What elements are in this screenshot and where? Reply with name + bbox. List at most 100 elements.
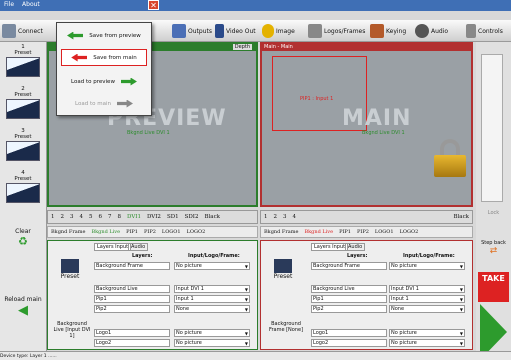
tab-layers-input[interactable]: Layers Input xyxy=(94,243,132,251)
row-select[interactable]: No picture xyxy=(174,339,250,347)
source-3[interactable]: 3 xyxy=(67,214,77,220)
save-from-preview[interactable]: Save from preview xyxy=(61,27,147,44)
main-layer-pip1[interactable]: PIP1 xyxy=(336,229,354,235)
arrow-right-icon xyxy=(116,99,133,108)
tab-audio[interactable]: Audio xyxy=(128,243,149,251)
audio-label: Audio xyxy=(431,27,449,35)
image-label: Image xyxy=(276,27,295,35)
layer-bkgnd-frame[interactable]: Bkgnd Frame xyxy=(48,229,88,235)
main-bkgnd-label: Bkgnd Live DVI 1 xyxy=(362,130,405,136)
source-8[interactable]: 8 xyxy=(115,214,125,220)
image-button[interactable]: Image xyxy=(262,22,295,40)
connect-icon xyxy=(2,24,16,38)
row-label: Background Live xyxy=(94,285,170,293)
preset-3[interactable]: 3 Preset xyxy=(2,128,44,168)
row-select[interactable]: No picture xyxy=(389,329,465,337)
depth-button[interactable]: Depth xyxy=(232,44,252,50)
main-source-bar: 1 2 3 4 Black xyxy=(260,210,473,224)
transition-slider[interactable] xyxy=(481,54,503,202)
layer-pip1[interactable]: PIP1 xyxy=(123,229,141,235)
source-black[interactable]: Black xyxy=(201,214,223,220)
source-dvi1[interactable]: DVI1 xyxy=(124,214,144,220)
source-2[interactable]: 2 xyxy=(58,214,68,220)
preset-2[interactable]: 2 Preset xyxy=(2,86,44,126)
main-layer-logo2[interactable]: LOGO2 xyxy=(397,229,422,235)
source-sd1[interactable]: SD1 xyxy=(164,214,182,220)
main-source-4[interactable]: 4 xyxy=(290,214,300,220)
row-select[interactable]: Input DVI 1 xyxy=(174,285,250,293)
row-select[interactable]: Input DVI 1 xyxy=(389,285,465,293)
keying-button[interactable]: Keying xyxy=(370,22,406,40)
step-back-button[interactable]: Step back ⇄ xyxy=(478,240,509,256)
row-select[interactable]: No picture xyxy=(174,329,250,337)
logos-button[interactable]: Logos/Frames xyxy=(308,22,365,40)
outputs-button[interactable]: Outputs xyxy=(172,22,212,40)
menu-file[interactable]: File xyxy=(0,0,18,9)
row-label: Pip2 xyxy=(311,305,387,313)
lock-button[interactable]: Lock xyxy=(478,210,509,216)
menu-about[interactable]: About xyxy=(18,0,44,9)
film-icon xyxy=(274,259,292,273)
preset-2-label: 2 Preset xyxy=(14,86,32,98)
main-tab-audio[interactable]: Audio xyxy=(345,243,366,251)
layer-bkgnd-live[interactable]: Bkgnd Live xyxy=(88,229,123,235)
clear-button[interactable]: Clear ♻ xyxy=(4,228,42,252)
menu-bar: File About xyxy=(0,0,511,11)
main-source-3[interactable]: 3 xyxy=(280,214,290,220)
main-source-1[interactable]: 1 xyxy=(261,214,271,220)
load-to-preview[interactable]: Load to preview xyxy=(61,73,147,90)
controls-button[interactable]: Controls xyxy=(466,22,503,40)
connect-button[interactable]: Connect xyxy=(2,22,43,40)
source-4[interactable]: 4 xyxy=(77,214,87,220)
main-monitor[interactable]: Main - Main PIP1 : Input 1 MAIN Bkgnd Li… xyxy=(260,42,473,207)
preset-thumb-button[interactable]: Preset xyxy=(56,259,84,280)
row-select[interactable]: No picture xyxy=(174,262,250,270)
preset-4[interactable]: 4 Preset xyxy=(2,170,44,210)
preset-1[interactable]: 1 Preset xyxy=(2,44,44,84)
video-out-icon xyxy=(215,24,224,38)
main-layer-bar: Bkgnd Frame Bkgnd Live PIP1 PIP2 LOGO1 LOGO2 xyxy=(260,226,473,238)
audio-button[interactable]: Audio xyxy=(415,22,448,40)
controls-label: Controls xyxy=(478,27,503,35)
source-5[interactable]: 5 xyxy=(86,214,96,220)
row-select[interactable]: Input 1 xyxy=(174,295,250,303)
main-preset-thumb[interactable]: Preset xyxy=(269,259,297,280)
main-source-2[interactable]: 2 xyxy=(271,214,281,220)
bg-frame-caption: Background Frame [None] xyxy=(268,321,304,333)
close-button[interactable]: ✕ xyxy=(148,0,159,10)
row-label: Logo1 xyxy=(311,329,387,337)
source-sdi2[interactable]: SDI2 xyxy=(182,214,202,220)
main-header: Main - Main xyxy=(262,44,471,51)
layer-logo2[interactable]: LOGO2 xyxy=(184,229,209,235)
load-preview-label: Load to preview xyxy=(71,78,115,85)
layer-pip2[interactable]: PIP2 xyxy=(141,229,159,235)
main-layers-header: Layers: xyxy=(347,253,368,259)
status-bar: Device type: Layer 1 ...... xyxy=(0,351,511,360)
source-dvi2[interactable]: DVI2 xyxy=(144,214,164,220)
video-out-button[interactable]: Video Out xyxy=(215,22,256,40)
logos-label: Logos/Frames xyxy=(324,27,366,35)
row-select[interactable]: None xyxy=(389,305,465,313)
preset-1-thumb xyxy=(6,57,40,77)
main-source-black[interactable]: Black xyxy=(451,214,473,220)
row-select[interactable]: No picture xyxy=(389,339,465,347)
source-6[interactable]: 6 xyxy=(96,214,106,220)
reload-main-button[interactable]: Reload main ◀ xyxy=(4,296,42,326)
row-select[interactable]: Input 1 xyxy=(389,295,465,303)
load-to-main[interactable]: Load to main xyxy=(61,95,147,112)
main-layer-pip2[interactable]: PIP2 xyxy=(354,229,372,235)
main-layer-logo1[interactable]: LOGO1 xyxy=(372,229,397,235)
main-preset-label: Preset xyxy=(273,273,293,280)
save-from-main[interactable]: Save from main xyxy=(61,49,147,66)
row-select[interactable]: None xyxy=(174,305,250,313)
source-7[interactable]: 7 xyxy=(105,214,115,220)
source-1[interactable]: 1 xyxy=(48,214,58,220)
preview-layer-bar: Bkgnd Frame Bkgnd Live PIP1 PIP2 LOGO1 LOGO2 xyxy=(47,226,258,238)
main-layer-bkgnd-frame[interactable]: Bkgnd Frame xyxy=(261,229,301,235)
take-button[interactable]: TAKE xyxy=(478,272,509,302)
main-layer-bkgnd-live[interactable]: Bkgnd Live xyxy=(301,229,336,235)
main-tab-layers-input[interactable]: Layers Input xyxy=(311,243,349,251)
row-select[interactable]: No picture xyxy=(389,262,465,270)
preset-label: Preset xyxy=(60,273,80,280)
layer-logo1[interactable]: LOGO1 xyxy=(159,229,184,235)
